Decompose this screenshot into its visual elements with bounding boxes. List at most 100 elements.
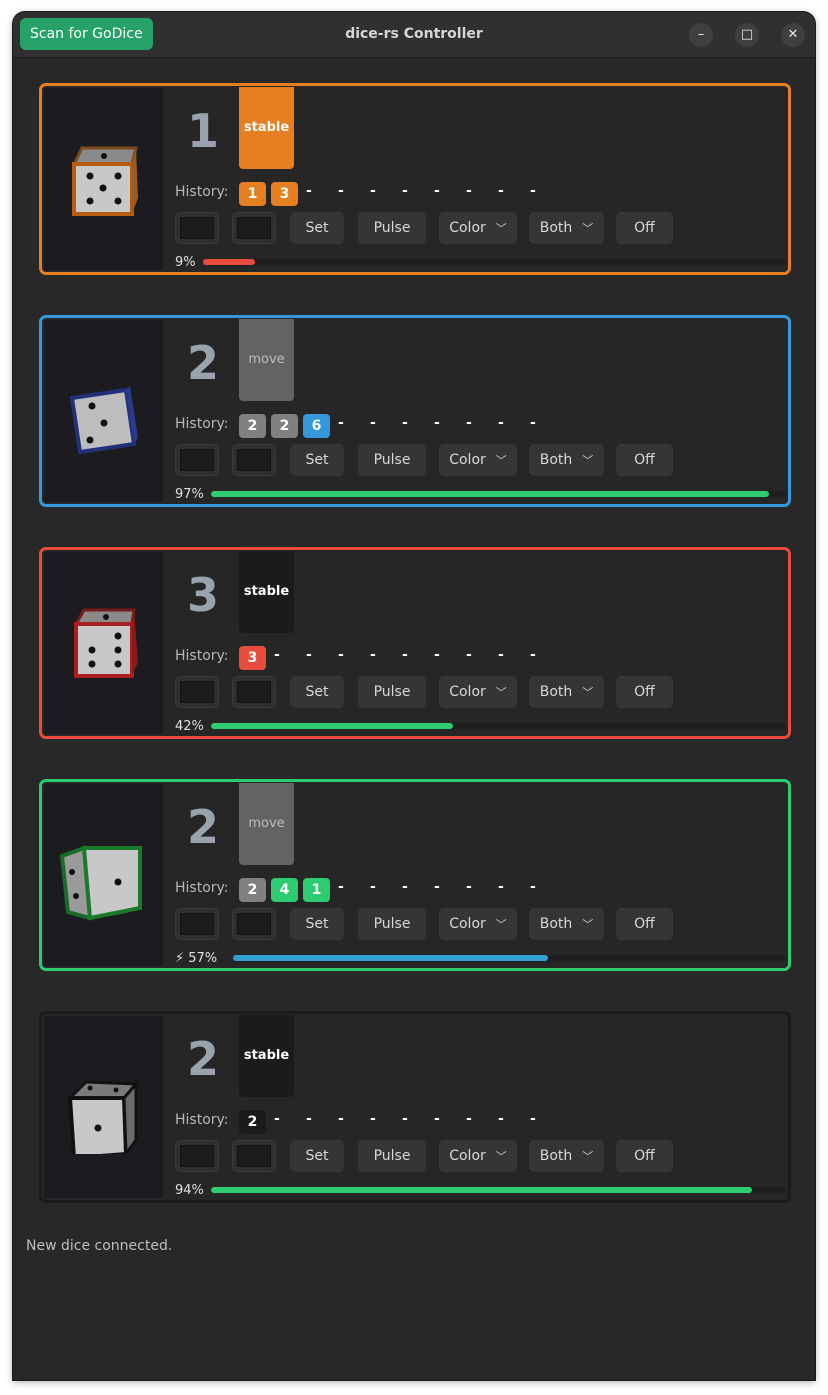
- history-empty-slot: -: [370, 415, 376, 431]
- history-empty-slot: -: [370, 183, 376, 199]
- battery-row: 97%: [175, 487, 786, 503]
- chevron-down-icon: ﹀: [582, 918, 594, 931]
- history-chip: 2: [239, 1110, 266, 1134]
- history-empty-slot: -: [274, 647, 280, 663]
- scan-for-godice-button[interactable]: Scan for GoDice: [20, 18, 153, 50]
- led1-color-swatch[interactable]: [175, 444, 219, 476]
- both-dropdown-label: Both: [539, 916, 573, 932]
- history-empty-slot: -: [306, 183, 312, 199]
- dice-state-badge: move: [239, 319, 294, 401]
- history-empty-slot: -: [274, 1111, 280, 1127]
- both-dropdown-label: Both: [539, 684, 573, 700]
- dice-3d-view: [44, 784, 163, 966]
- battery-fill: [233, 955, 548, 961]
- led2-color-swatch[interactable]: [232, 444, 276, 476]
- pulse-button[interactable]: Pulse: [358, 676, 426, 708]
- chevron-down-icon: ﹀: [582, 1150, 594, 1163]
- history-chip: 2: [239, 878, 266, 902]
- off-button[interactable]: Off: [616, 676, 673, 708]
- history-empty-slot: -: [530, 647, 536, 663]
- history-chip: 3: [271, 182, 298, 206]
- history-empty-slot: -: [402, 415, 408, 431]
- color-dropdown-label: Color: [449, 684, 486, 700]
- pulse-button[interactable]: Pulse: [358, 444, 426, 476]
- led2-color-swatch[interactable]: [232, 908, 276, 940]
- chevron-down-icon: ﹀: [495, 918, 507, 931]
- dice-card-2: 2 move History: 226------- Set Pulse Col…: [39, 315, 791, 507]
- off-button[interactable]: Off: [616, 212, 673, 244]
- history-chip: 2: [271, 414, 298, 438]
- color-dropdown[interactable]: Color ﹀: [439, 212, 517, 244]
- battery-row: 42%: [175, 719, 786, 735]
- history-label: History:: [175, 1112, 229, 1128]
- history-empty-slot: -: [338, 879, 344, 895]
- history-empty-slot: -: [498, 647, 504, 663]
- off-button[interactable]: Off: [616, 1140, 673, 1172]
- both-dropdown[interactable]: Both ﹀: [529, 1140, 604, 1172]
- pulse-button[interactable]: Pulse: [358, 1140, 426, 1172]
- color-dropdown[interactable]: Color ﹀: [439, 676, 517, 708]
- battery-bar: [211, 491, 786, 497]
- set-button[interactable]: Set: [290, 908, 344, 940]
- history-empty-slot: -: [434, 879, 440, 895]
- dice-value: 2: [187, 336, 220, 390]
- history-empty-slot: -: [338, 647, 344, 663]
- dice-card-1: 1 stable History: 13-------- Set Pulse C…: [39, 83, 791, 275]
- off-button[interactable]: Off: [616, 908, 673, 940]
- history-label: History:: [175, 880, 229, 896]
- history-chip: 4: [271, 878, 298, 902]
- history-empty-slot: -: [402, 183, 408, 199]
- dice-value: 1: [187, 104, 220, 158]
- battery-row: 94%: [175, 1183, 786, 1199]
- history-chip: 6: [303, 414, 330, 438]
- die-render-icon: [69, 386, 138, 455]
- both-dropdown[interactable]: Both ﹀: [529, 908, 604, 940]
- history-empty-slot: -: [498, 415, 504, 431]
- chevron-down-icon: ﹀: [582, 454, 594, 467]
- led1-color-swatch[interactable]: [175, 676, 219, 708]
- history-empty-slot: -: [402, 647, 408, 663]
- color-dropdown[interactable]: Color ﹀: [439, 1140, 517, 1172]
- both-dropdown[interactable]: Both ﹀: [529, 676, 604, 708]
- battery-fill: [211, 491, 769, 497]
- die-render-icon: [71, 146, 138, 216]
- off-button[interactable]: Off: [616, 444, 673, 476]
- history-empty-slot: -: [402, 879, 408, 895]
- history-empty-slot: -: [498, 183, 504, 199]
- battery-bar: [211, 1187, 786, 1193]
- dice-card-4: 2 move History: 241------- Set Pulse Col…: [39, 779, 791, 971]
- chevron-down-icon: ﹀: [582, 222, 594, 235]
- led1-color-swatch[interactable]: [175, 212, 219, 244]
- battery-fill: [211, 723, 453, 729]
- set-button[interactable]: Set: [290, 444, 344, 476]
- both-dropdown[interactable]: Both ﹀: [529, 444, 604, 476]
- color-dropdown[interactable]: Color ﹀: [439, 444, 517, 476]
- dice-value: 3: [187, 568, 220, 622]
- led2-color-swatch[interactable]: [232, 676, 276, 708]
- dice-card-3: 3 stable History: 3--------- Set Pulse C…: [39, 547, 791, 739]
- history-empty-slot: -: [338, 1111, 344, 1127]
- led2-color-swatch[interactable]: [232, 1140, 276, 1172]
- chevron-down-icon: ﹀: [495, 1150, 507, 1163]
- led1-color-swatch[interactable]: [175, 1140, 219, 1172]
- history-label: History:: [175, 416, 229, 432]
- battery-row: ⚡ 57%: [175, 951, 786, 967]
- dice-value: 2: [187, 1032, 220, 1086]
- history-empty-slot: -: [434, 415, 440, 431]
- set-button[interactable]: Set: [290, 676, 344, 708]
- minimize-icon[interactable]: –: [689, 23, 713, 47]
- led1-color-swatch[interactable]: [175, 908, 219, 940]
- pulse-button[interactable]: Pulse: [358, 908, 426, 940]
- close-icon[interactable]: ✕: [781, 23, 805, 47]
- led2-color-swatch[interactable]: [232, 212, 276, 244]
- both-dropdown[interactable]: Both ﹀: [529, 212, 604, 244]
- set-button[interactable]: Set: [290, 212, 344, 244]
- history-empty-slot: -: [434, 647, 440, 663]
- maximize-icon[interactable]: □: [735, 23, 759, 47]
- set-button[interactable]: Set: [290, 1140, 344, 1172]
- history-empty-slot: -: [498, 879, 504, 895]
- color-dropdown[interactable]: Color ﹀: [439, 908, 517, 940]
- status-message: New dice connected.: [26, 1238, 173, 1254]
- color-dropdown-label: Color: [449, 220, 486, 236]
- pulse-button[interactable]: Pulse: [358, 212, 426, 244]
